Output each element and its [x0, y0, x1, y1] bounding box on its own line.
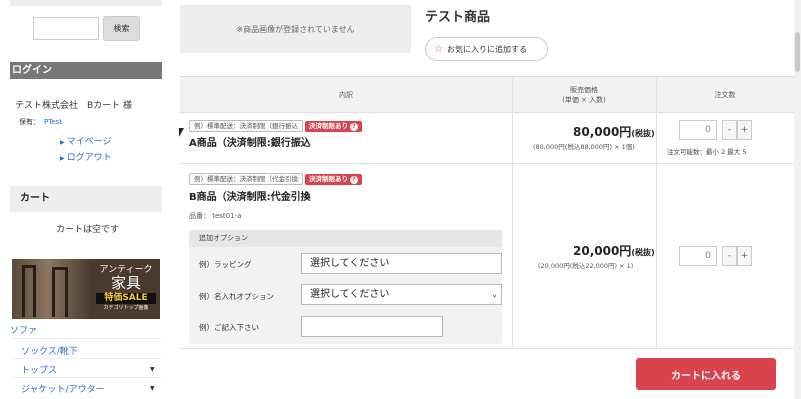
- chair-shape: [52, 267, 68, 317]
- order-limit-note: 注文可能数：最小 2 最大 5: [667, 148, 747, 156]
- shipping-tag: 例）標準配送：決済制限（代金引換: [189, 173, 303, 185]
- category-banner[interactable]: アンティーク 家具 特価SALE カテゴリトップ画像: [12, 259, 160, 319]
- tax-label: (税抜): [631, 248, 655, 257]
- wrapping-select-value: 選択してください: [310, 258, 390, 269]
- category-sofa[interactable]: ソファ: [10, 323, 37, 336]
- points-info: 保有： PTest: [19, 117, 62, 127]
- logout-label: ログアウト: [66, 153, 112, 163]
- banner-line4: カテゴリトップ画像: [103, 305, 149, 311]
- restriction-label: 決済制限あり: [309, 121, 348, 130]
- tax-label: (税抜): [631, 129, 655, 138]
- scrollbar-thumb[interactable]: [795, 32, 800, 72]
- chevron-down-icon[interactable]: ▼: [150, 385, 155, 392]
- option-label-wrapping: 例）ラッピング: [199, 260, 252, 269]
- add-favorite-button[interactable]: ☆ お気に入りに追加する: [425, 37, 548, 61]
- cart-empty-text: カートは空です: [56, 225, 120, 235]
- restriction-badge[interactable]: 決済制限あり?: [305, 120, 362, 132]
- banner-line3: 特価SALE: [96, 293, 156, 304]
- engraving-select[interactable]: 選択してください ⌄: [301, 284, 502, 305]
- triangle-right-icon: ▶: [60, 139, 65, 146]
- banner-text-panel: アンティーク 家具 特価SALE カテゴリトップ画像: [92, 259, 160, 319]
- points-label: 保有：: [19, 118, 40, 126]
- chevron-down-icon: ⌄: [491, 290, 498, 299]
- mypage-label: マイページ: [66, 137, 112, 147]
- chair-shape: [22, 265, 36, 317]
- column-divider: [512, 76, 513, 348]
- price-value: 80,000円: [573, 125, 632, 139]
- banner-photo: [12, 259, 92, 319]
- divider: [10, 358, 162, 359]
- divider: [10, 377, 162, 378]
- note-input[interactable]: [301, 316, 443, 337]
- sidebar: 検索 ログイン テスト株式会社 Bカート 様 保有： PTest ▶ マイページ ▶…: [0, 0, 162, 399]
- decrement-button[interactable]: -: [722, 120, 737, 140]
- price-breakdown: (20,000円(税込22,000円) × 1): [538, 262, 634, 270]
- increment-button[interactable]: +: [737, 246, 752, 266]
- category-socks[interactable]: ソックス/靴下: [21, 344, 78, 357]
- mypage-link[interactable]: ▶ マイページ: [60, 134, 111, 147]
- help-icon: ?: [350, 122, 358, 131]
- column-header-price: 販売価格 (単価 × 入数): [512, 76, 656, 113]
- login-heading: ログイン: [10, 62, 162, 79]
- sidebar-top-bar: [10, 0, 162, 6]
- unit-price: 20,000円(税抜): [573, 242, 655, 259]
- increment-button[interactable]: +: [737, 120, 752, 140]
- price-breakdown: (80,000円(税込88,000円) × 1個): [533, 143, 635, 151]
- logout-link[interactable]: ▶ ログアウト: [60, 150, 112, 163]
- product-name: B商品（決済制限:代金引換: [189, 192, 311, 203]
- unit-price: 80,000円(税抜): [573, 123, 655, 140]
- row-divider: [180, 348, 794, 349]
- chevron-down-icon[interactable]: ▼: [150, 366, 155, 373]
- quantity-input[interactable]: 0: [679, 246, 717, 266]
- price-header-sublabel: (単価 × 入数): [562, 95, 606, 104]
- company-name: テスト株式会社 Bカート 様: [15, 101, 133, 111]
- wrapping-select[interactable]: 選択してください: [301, 253, 502, 274]
- points-value[interactable]: PTest: [44, 118, 62, 126]
- decrement-button[interactable]: -: [722, 246, 737, 266]
- price-value: 20,000円: [573, 244, 632, 258]
- no-image-placeholder: ※商品画像が登録されていません: [180, 5, 411, 53]
- product-name: A商品（決済制限:銀行振込: [189, 138, 311, 149]
- restriction-badge[interactable]: 決済制限あり?: [305, 173, 362, 185]
- cart-heading: カート: [10, 186, 162, 212]
- option-label-engraving: 例）名入れオプション: [199, 292, 274, 301]
- category-tops[interactable]: トップス: [21, 363, 57, 376]
- banner-line2: 家具: [110, 274, 141, 292]
- product-title: テスト商品: [425, 10, 491, 25]
- add-to-cart-button[interactable]: カートに入れる: [636, 358, 776, 390]
- page: 検索 ログイン テスト株式会社 Bカート 様 保有： PTest ▶ マイページ ▶…: [0, 0, 801, 399]
- help-icon: ?: [350, 175, 358, 184]
- qty-header-label: 注文数: [714, 90, 736, 99]
- options-heading: 追加オプション: [189, 230, 502, 247]
- column-header-detail: 内訳: [180, 76, 512, 113]
- search-button[interactable]: 検索: [103, 16, 140, 41]
- restriction-label: 決済制限あり: [309, 174, 348, 183]
- option-label-note: 例）ご記入下さい: [199, 323, 259, 332]
- category-jacket[interactable]: ジャケット/アウター: [21, 382, 105, 395]
- engraving-select-value: 選択してください: [310, 289, 390, 300]
- search-input[interactable]: [33, 17, 99, 40]
- price-header-label: 販売価格: [570, 85, 598, 94]
- column-divider: [656, 76, 657, 348]
- quantity-input[interactable]: 0: [679, 120, 717, 140]
- detail-header-label: 内訳: [339, 90, 353, 99]
- table-row-a-tags: 例）標準配送：決済制限（銀行振込 決済制限あり?: [189, 120, 362, 132]
- column-header-qty: 注文数: [656, 76, 794, 113]
- shipping-tag: 例）標準配送：決済制限（銀行振込: [189, 120, 303, 132]
- row-divider: [180, 163, 794, 164]
- mouse-cursor-icon: [179, 128, 184, 137]
- product-code: 品番： test01-a: [189, 212, 242, 220]
- star-icon: ☆: [434, 43, 443, 55]
- divider: [10, 338, 162, 339]
- table-row-b-tags: 例）標準配送：決済制限（代金引換 決済制限あり?: [189, 173, 362, 185]
- triangle-right-icon: ▶: [60, 155, 65, 162]
- favorite-label: お気に入りに追加する: [446, 44, 527, 54]
